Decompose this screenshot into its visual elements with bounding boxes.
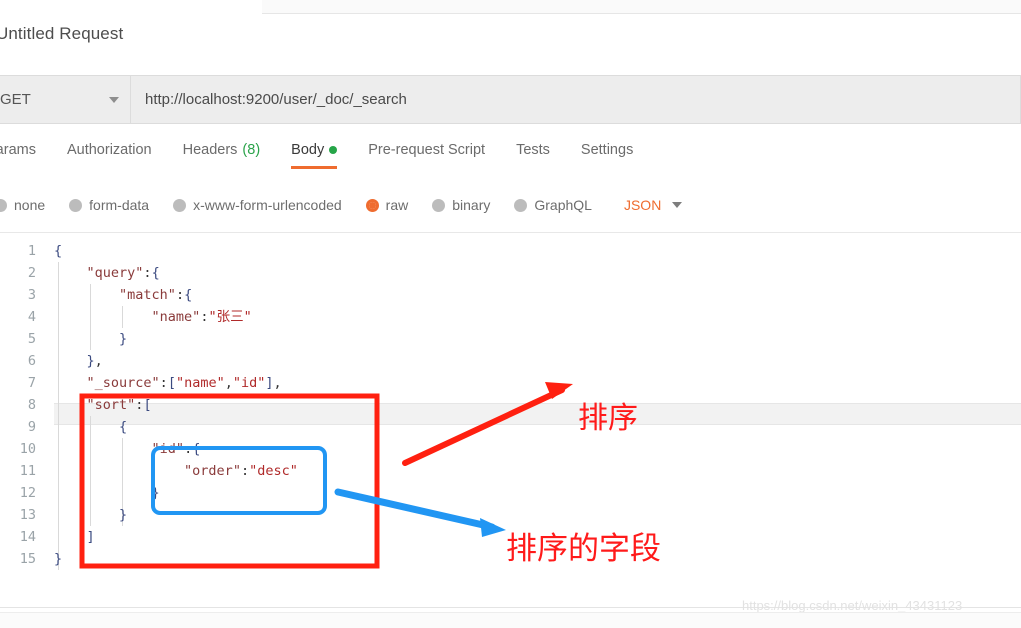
line-number: 5	[27, 331, 36, 347]
line-number: 9	[27, 419, 36, 435]
code-line[interactable]: 7 "_source":["name","id"],	[0, 372, 1021, 394]
tab-tests[interactable]: Tests	[516, 142, 550, 169]
line-number: 6	[27, 353, 36, 369]
request-tabs: Params Authorization Headers(8) Body Pre-req…	[0, 142, 664, 178]
radio-icon	[365, 198, 379, 212]
chevron-down-icon	[109, 96, 119, 103]
code-text: },	[86, 353, 103, 369]
code-line[interactable]: 3 "match":{	[0, 284, 1021, 306]
tab-label: Pre-request Script	[368, 142, 486, 158]
code-text: "_source":["name","id"],	[86, 375, 282, 391]
chevron-down-icon	[672, 202, 683, 208]
radio-icon	[432, 198, 446, 212]
radio-icon	[173, 198, 187, 212]
radio-icon	[0, 198, 7, 212]
body-type-label: binary	[452, 197, 491, 213]
code-text: }	[151, 485, 160, 501]
code-line[interactable]: 10 "id":{	[0, 438, 1021, 460]
line-number: 11	[19, 463, 36, 479]
code-line[interactable]: 1{	[0, 240, 1021, 262]
line-number: 1	[27, 243, 36, 259]
body-type-label: GraphQL	[534, 197, 592, 213]
url-bar: GET http://localhost:9200/user/_doc/_sea…	[0, 75, 1021, 124]
annotation-sort-label: 排序	[578, 401, 638, 436]
code-text: }	[54, 551, 63, 567]
tab-label: Body	[291, 142, 325, 158]
code-text: }	[119, 507, 128, 523]
line-number: 10	[19, 441, 36, 457]
radio-icon	[69, 198, 83, 212]
http-method-label: GET	[0, 91, 31, 108]
url-value: http://localhost:9200/user/_doc/_search	[145, 91, 407, 108]
line-number: 4	[27, 309, 36, 325]
code-text: "query":{	[86, 265, 160, 281]
code-text: "id":{	[151, 441, 201, 457]
body-type-label: raw	[385, 197, 409, 213]
body-type-label: x-www-form-urlencoded	[193, 197, 342, 213]
url-input[interactable]: http://localhost:9200/user/_doc/_search	[131, 75, 1021, 124]
line-number: 7	[27, 375, 36, 391]
body-type-label: none	[14, 197, 46, 213]
code-text: }	[119, 331, 128, 347]
code-line[interactable]: 4 "name":"张三"	[0, 306, 1021, 328]
body-type-radio-group: none form-data x-www-form-urlencoded raw bin…	[0, 190, 683, 220]
body-present-dot-icon	[329, 146, 338, 154]
tab-body[interactable]: Body	[291, 142, 338, 169]
line-number: 3	[27, 287, 36, 303]
line-number: 14	[19, 529, 36, 545]
body-format-select[interactable]: JSON	[623, 197, 683, 213]
body-type-binary[interactable]: binary	[432, 197, 490, 213]
divider	[0, 232, 1021, 233]
watermark-text: https://blog.csdn.net/weixin_43431123	[742, 598, 963, 613]
code-line[interactable]: 12 }	[0, 482, 1021, 504]
tab-count-badge: (8)	[242, 142, 261, 158]
body-format-label: JSON	[623, 197, 662, 213]
annotation-sort-field-label: 排序的字段	[506, 531, 661, 567]
tab-label: Headers	[182, 142, 238, 158]
tab-label: Authorization	[66, 142, 152, 158]
line-number: 15	[19, 551, 36, 567]
code-text: "name":"张三"	[151, 309, 252, 325]
tab-label: Params	[0, 142, 36, 158]
code-text: "sort":[	[86, 397, 152, 413]
code-text: ]	[86, 529, 95, 545]
body-type-raw[interactable]: raw	[365, 197, 409, 213]
tab-settings[interactable]: Settings	[581, 142, 633, 169]
bottom-strip	[0, 612, 1021, 628]
tab-strip-segment[interactable]	[290, 0, 329, 14]
body-type-none[interactable]: none	[0, 197, 45, 213]
line-number: 12	[19, 485, 36, 501]
code-line[interactable]: 9 {	[0, 416, 1021, 438]
code-text: "match":{	[119, 287, 193, 303]
line-number: 2	[27, 265, 36, 281]
body-type-x-www-form-urlencoded[interactable]: x-www-form-urlencoded	[173, 197, 342, 213]
line-number: 13	[19, 507, 36, 523]
tab-params[interactable]: Params	[0, 142, 36, 169]
tab-authorization[interactable]: Authorization	[67, 142, 152, 169]
code-line[interactable]: 8 "sort":[	[0, 394, 1021, 416]
code-text: {	[54, 243, 63, 259]
code-line[interactable]: 11 "order":"desc"	[0, 460, 1021, 482]
tab-label: Tests	[516, 142, 550, 158]
code-line[interactable]: 2 "query":{	[0, 262, 1021, 284]
tab-headers[interactable]: Headers (8)	[183, 142, 261, 169]
code-line[interactable]: 6 },	[0, 350, 1021, 372]
code-text: "order":"desc"	[184, 463, 298, 479]
http-method-select[interactable]: GET	[0, 75, 131, 124]
tab-label: Settings	[580, 142, 634, 158]
browser-tab-strip	[0, 0, 1021, 14]
tab-pre-request-script[interactable]: Pre-request Script	[368, 142, 485, 169]
body-type-form-data[interactable]: form-data	[69, 197, 149, 213]
page-title: Untitled Request	[0, 24, 124, 43]
code-line[interactable]: 5 }	[0, 328, 1021, 350]
line-number: 8	[27, 397, 36, 413]
tab-strip-remainder	[328, 0, 1021, 14]
tab-strip-segment[interactable]	[262, 0, 291, 14]
body-type-label: form-data	[89, 197, 150, 213]
radio-icon	[514, 198, 528, 212]
body-type-graphql[interactable]: GraphQL	[514, 197, 592, 213]
code-text: {	[119, 419, 128, 435]
